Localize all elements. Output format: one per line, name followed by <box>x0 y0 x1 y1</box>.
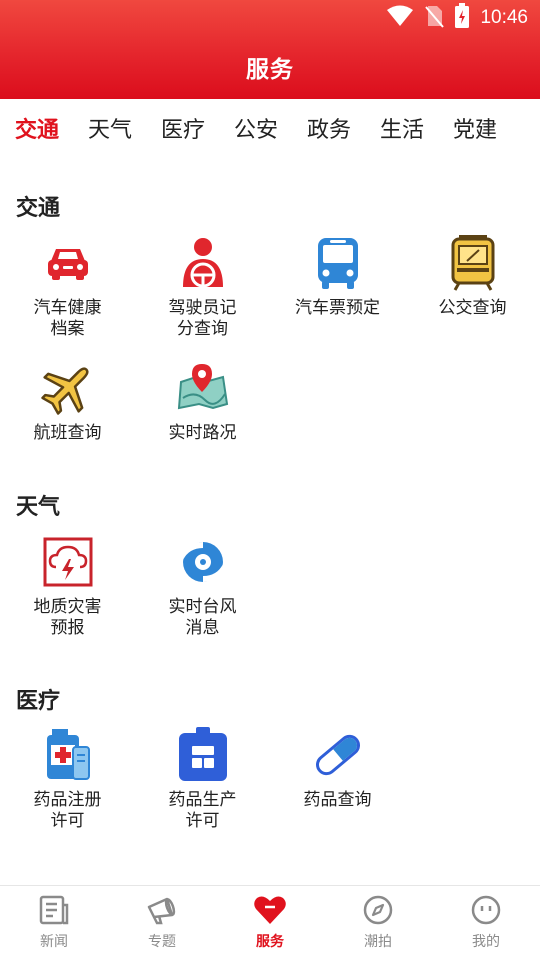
nav-label: 我的 <box>472 934 500 950</box>
section-title-medical: 医疗 <box>16 689 61 714</box>
tram-icon <box>451 235 494 291</box>
item-label: 药品生产许可 <box>168 790 237 831</box>
item-label: 实时台风消息 <box>168 597 237 638</box>
driver-icon <box>182 238 223 288</box>
nav-label: 潮拍 <box>364 934 392 950</box>
airplane-icon <box>40 367 89 415</box>
tab-medical[interactable]: 医疗 <box>161 99 234 163</box>
item-label: 地质灾害预报 <box>33 597 102 638</box>
service-drug-registration[interactable]: 药品注册许可 <box>0 727 135 832</box>
item-label: 汽车健康档案 <box>33 298 102 339</box>
tab-police[interactable]: 公安 <box>234 99 307 163</box>
pill-icon <box>315 734 360 776</box>
nav-service[interactable]: 服务 <box>216 886 324 960</box>
nav-photos[interactable]: 潮拍 <box>324 886 432 960</box>
section-title-traffic: 交通 <box>16 196 61 221</box>
compass-icon <box>363 895 393 925</box>
heart-icon <box>254 896 286 924</box>
service-geo-disaster[interactable]: 地质灾害预报 <box>0 534 135 639</box>
car-icon <box>47 249 88 280</box>
item-label: 实时路况 <box>168 423 237 443</box>
bus-icon <box>317 238 358 289</box>
item-label: 药品查询 <box>303 790 372 810</box>
service-driver-points[interactable]: 驾驶员记分查询 <box>135 235 270 340</box>
bottom-nav: 新闻 专题 服务 潮拍 我的 <box>0 885 540 960</box>
medicine-kit-icon <box>46 729 90 780</box>
no-sim-icon <box>424 4 445 32</box>
service-drug-query[interactable]: 药品查询 <box>270 727 405 811</box>
service-bus-ticket[interactable]: 汽车票预定 <box>270 235 405 319</box>
app-header: 10:46 服务 <box>0 0 540 99</box>
nav-me[interactable]: 我的 <box>432 886 540 960</box>
map-pin-icon <box>177 364 228 410</box>
wifi-icon <box>386 5 414 31</box>
news-icon <box>39 895 69 925</box>
status-time: 10:46 <box>480 7 528 28</box>
face-icon <box>471 895 501 925</box>
typhoon-icon <box>182 542 223 582</box>
section-title-weather: 天气 <box>16 495 61 520</box>
service-list[interactable]: 交通 汽车健康档案 驾驶员记分查询 汽车票预定 公交查询 航班查询 实时路况 天… <box>0 163 540 885</box>
battery-charging-icon <box>454 3 470 33</box>
service-flight-query[interactable]: 航班查询 <box>0 360 135 444</box>
item-label: 汽车票预定 <box>295 298 380 318</box>
tab-life[interactable]: 生活 <box>380 99 453 163</box>
item-label: 航班查询 <box>33 423 102 443</box>
tab-weather[interactable]: 天气 <box>88 99 161 163</box>
item-label: 药品注册许可 <box>33 790 102 831</box>
service-bus-query[interactable]: 公交查询 <box>405 235 540 319</box>
nav-label: 专题 <box>148 934 176 950</box>
service-typhoon[interactable]: 实时台风消息 <box>135 534 270 639</box>
tab-party[interactable]: 党建 <box>453 99 526 163</box>
service-drug-production[interactable]: 药品生产许可 <box>135 727 270 832</box>
storm-warning-icon <box>43 537 92 587</box>
nav-news[interactable]: 新闻 <box>0 886 108 960</box>
tab-traffic[interactable]: 交通 <box>15 99 88 163</box>
status-bar: 10:46 <box>386 3 528 33</box>
clipboard-icon <box>178 727 227 781</box>
item-label: 公交查询 <box>438 298 507 318</box>
page-title: 服务 <box>246 57 294 83</box>
megaphone-icon <box>147 897 176 925</box>
category-tabs: 交通 天气 医疗 公安 政务 生活 党建 <box>0 99 540 163</box>
nav-topics[interactable]: 专题 <box>108 886 216 960</box>
tab-government[interactable]: 政务 <box>307 99 380 163</box>
service-traffic-realtime[interactable]: 实时路况 <box>135 360 270 444</box>
nav-label: 服务 <box>256 934 284 950</box>
nav-label: 新闻 <box>40 934 68 950</box>
service-car-health[interactable]: 汽车健康档案 <box>0 235 135 340</box>
item-label: 驾驶员记分查询 <box>168 298 237 339</box>
